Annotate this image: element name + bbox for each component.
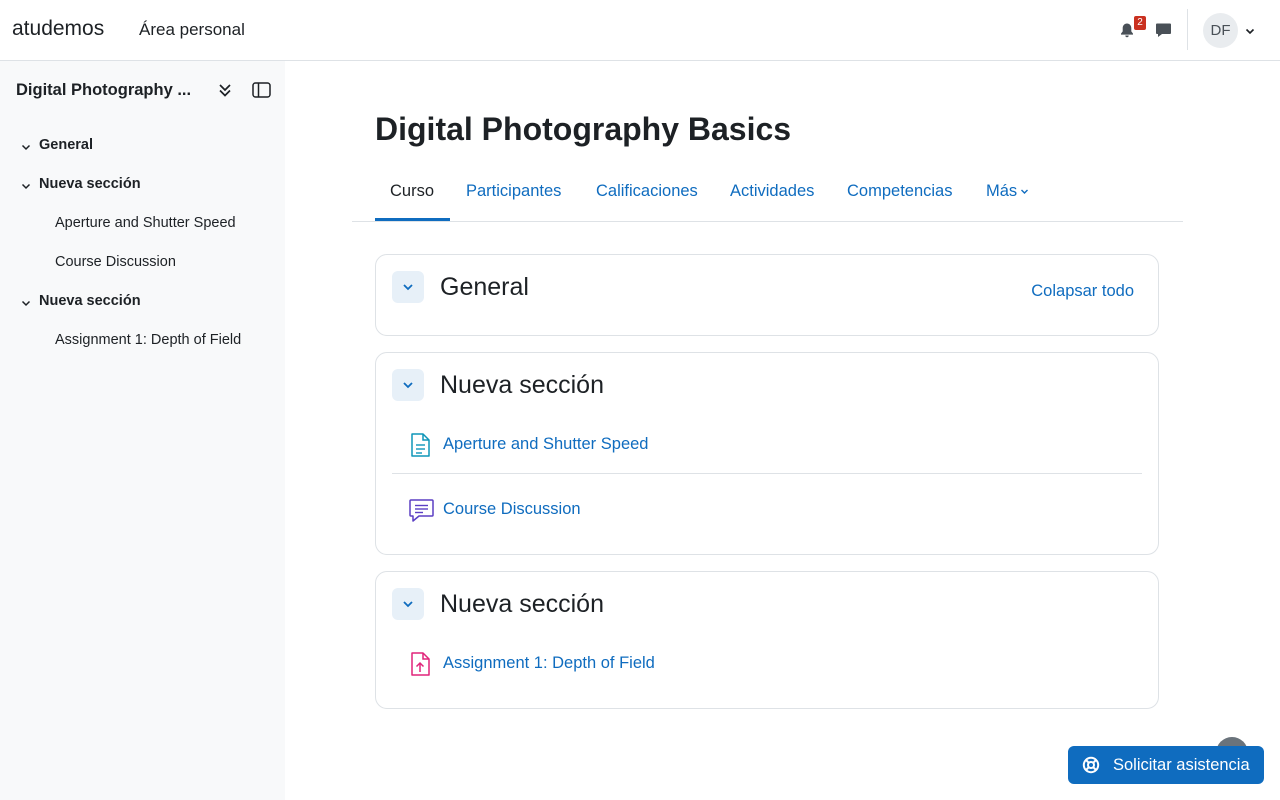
collapse-all-icon[interactable] (214, 79, 236, 101)
activity-assignment[interactable]: Assignment 1: Depth of Field (392, 644, 1142, 684)
section-collapse-toggle[interactable] (392, 271, 424, 303)
user-avatar[interactable]: DF (1203, 13, 1238, 48)
request-assistance-button[interactable]: Solicitar asistencia (1068, 746, 1264, 784)
index-section-label[interactable]: General (39, 137, 93, 153)
close-drawer-icon[interactable] (250, 79, 272, 101)
page-title: Digital Photography Basics (375, 111, 792, 147)
index-section-nueva-2[interactable]: Nueva sección (0, 287, 285, 317)
chevron-down-icon[interactable] (20, 140, 32, 152)
drawer-course-title[interactable]: Digital Photography ... (16, 81, 206, 100)
index-activity-assignment[interactable]: Assignment 1: Depth of Field (0, 326, 285, 356)
tab-more[interactable]: Más (986, 182, 1029, 201)
index-section-label[interactable]: Nueva sección (39, 293, 141, 309)
lifebuoy-icon (1082, 756, 1100, 774)
course-section-nueva-2: Nueva sección Assignment 1: Depth of Fie… (375, 571, 1159, 709)
chevron-down-icon[interactable] (20, 179, 32, 191)
index-activity-label[interactable]: Aperture and Shutter Speed (55, 215, 236, 231)
section-title: General (440, 273, 529, 301)
activity-link[interactable]: Assignment 1: Depth of Field (443, 654, 655, 673)
collapse-all-link[interactable]: Colapsar todo (1031, 282, 1134, 301)
activity-divider (392, 473, 1142, 474)
site-brand[interactable]: atudemos (12, 17, 104, 41)
course-secondary-nav: Curso Participantes Calificaciones Activ… (352, 170, 1183, 222)
course-section-nueva-1: Nueva sección Aperture and Shutter Speed… (375, 352, 1159, 555)
activity-forum[interactable]: Course Discussion (392, 490, 1142, 530)
chevron-down-icon[interactable] (1244, 24, 1256, 36)
assignment-icon[interactable] (406, 650, 434, 678)
course-section-general: General Colapsar todo (375, 254, 1159, 336)
navbar-divider (1187, 9, 1188, 50)
request-assistance-label[interactable]: Solicitar asistencia (1113, 756, 1250, 775)
nav-link-dashboard[interactable]: Área personal (139, 20, 245, 40)
message-drawer-icon[interactable] (1151, 18, 1175, 42)
tab-competencies[interactable]: Competencias (847, 182, 952, 201)
section-title: Nueva sección (440, 590, 604, 618)
index-activity-aperture[interactable]: Aperture and Shutter Speed (0, 209, 285, 239)
chevron-down-icon[interactable] (20, 296, 32, 308)
section-collapse-toggle[interactable] (392, 588, 424, 620)
tab-course[interactable]: Curso (390, 182, 434, 201)
tab-activities[interactable]: Actividades (730, 182, 814, 201)
index-activity-label[interactable]: Assignment 1: Depth of Field (55, 332, 241, 348)
forum-icon[interactable] (408, 496, 436, 524)
chevron-down-icon[interactable] (1020, 182, 1029, 194)
index-section-general[interactable]: General (0, 131, 285, 161)
index-section-label[interactable]: Nueva sección (39, 176, 141, 192)
activity-page[interactable]: Aperture and Shutter Speed (392, 425, 1142, 465)
section-title: Nueva sección (440, 371, 604, 399)
tab-grades[interactable]: Calificaciones (596, 182, 698, 201)
notification-badge: 2 (1134, 16, 1146, 30)
active-tab-indicator (375, 218, 450, 221)
tab-more-label[interactable]: Más (986, 182, 1017, 200)
index-activity-discussion[interactable]: Course Discussion (0, 248, 285, 278)
activity-link[interactable]: Aperture and Shutter Speed (443, 435, 648, 454)
section-collapse-toggle[interactable] (392, 369, 424, 401)
index-section-nueva-1[interactable]: Nueva sección (0, 170, 285, 200)
index-activity-label[interactable]: Course Discussion (55, 254, 176, 270)
course-index-drawer: Digital Photography ... General Nueva se… (0, 61, 285, 800)
tab-participants[interactable]: Participantes (466, 182, 561, 201)
page-icon[interactable] (406, 431, 434, 459)
top-navbar: atudemos Área personal 2 DF (0, 0, 1280, 61)
activity-link[interactable]: Course Discussion (443, 500, 581, 519)
